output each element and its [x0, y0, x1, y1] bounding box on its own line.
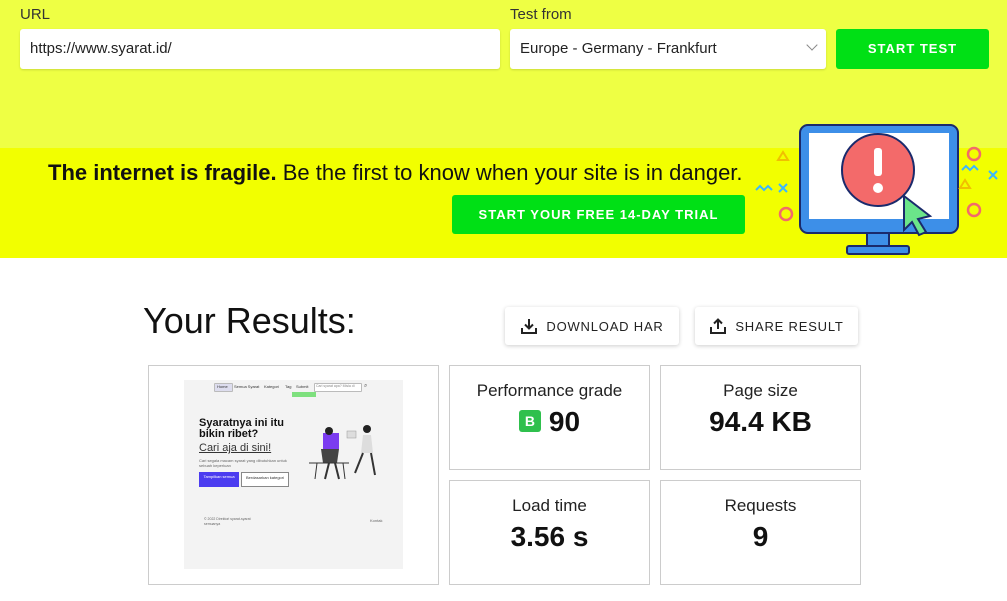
thumb-search-placeholder: Cari syarat apa? Misla di [316, 384, 355, 388]
results-title: Your Results: [143, 300, 356, 341]
chevron-down-icon [806, 39, 818, 51]
thumb-nav-kategori: Kategori [264, 384, 279, 389]
thumb-footer-left: © 2022 Direktori syarat-syarat semuanya [204, 517, 251, 526]
performance-score: 90 [548, 406, 581, 437]
thumb-primary-button: Tampilkan semua [199, 472, 239, 487]
location-label: Test from [510, 6, 572, 23]
location-value: Europe - Germany - Frankfurt [520, 40, 717, 57]
thumb-hero-title-2: bikin ribet? [199, 428, 259, 440]
thumb-nav-submit: Submit [296, 384, 309, 389]
requests-card: Requests 9 [660, 480, 861, 585]
performance-label: Performance grade [476, 381, 623, 400]
download-icon [521, 319, 538, 334]
download-har-button[interactable]: DOWNLOAD HAR [505, 307, 679, 345]
url-label: URL [20, 6, 51, 23]
load-time-card: Load time 3.56 s [449, 480, 650, 585]
location-select[interactable]: Europe - Germany - Frankfurt [510, 29, 826, 69]
performance-grade-card: Performance grade B 90 [449, 365, 650, 470]
share-icon [710, 318, 727, 334]
url-input[interactable]: https://www.syarat.id/ [20, 29, 500, 69]
share-result-button[interactable]: SHARE RESULT [695, 307, 858, 345]
page-size-label: Page size [723, 381, 798, 400]
load-time-label: Load time [512, 496, 587, 515]
thumb-nav-semua: Semua Syarat [234, 384, 260, 389]
thumb-hero-illustration [309, 425, 376, 480]
requests-value: 9 [752, 521, 769, 552]
performance-value: B 90 [450, 406, 649, 438]
page-screenshot: Home Semua Syarat Kategori Tag Submit Ca… [184, 380, 403, 569]
headline-rest: Be the first to know when your site is i… [282, 160, 743, 185]
grade-badge: B [518, 409, 541, 432]
page-size-value: 94.4 KB [709, 406, 812, 437]
download-har-label: DOWNLOAD HAR [546, 318, 664, 334]
monitor-alert-illustration [755, 124, 998, 255]
thumb-search-icon: ⌕ [364, 383, 368, 389]
requests-label: Requests [724, 496, 797, 515]
start-trial-button[interactable]: START YOUR FREE 14-DAY TRIAL [452, 195, 745, 234]
thumb-footer-right: Kontak [370, 518, 383, 523]
banner-headline: The internet is fragile. Be the first to… [48, 160, 743, 186]
share-result-label: SHARE RESULT [735, 318, 844, 334]
headline-bold: The internet is fragile. [48, 160, 277, 185]
thumb-nav-home: Home [217, 384, 228, 389]
load-time-value: 3.56 s [510, 521, 589, 552]
thumb-hero-desc: Cari segala macam syarat yang dibutuhkan… [199, 458, 287, 468]
thumb-hero-subtitle: Cari aja di sini! [199, 442, 272, 454]
thumb-secondary-button: Berdasarkan kategori [241, 472, 289, 487]
thumb-highlight-bar [292, 392, 316, 397]
page-size-card: Page size 94.4 KB [660, 365, 861, 470]
start-test-button[interactable]: START TEST [836, 29, 989, 69]
thumb-nav-tag: Tag [285, 384, 292, 389]
